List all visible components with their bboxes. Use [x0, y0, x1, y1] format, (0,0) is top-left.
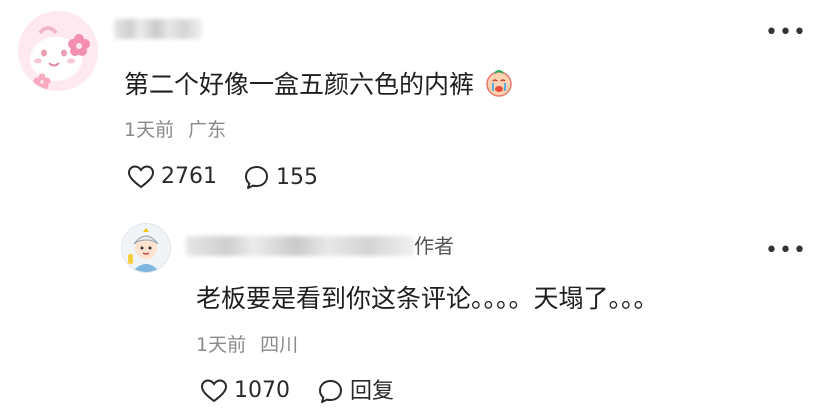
reply-username-blurred[interactable] [186, 236, 414, 256]
reply-count: 155 [276, 164, 318, 190]
comment-location: 广东 [188, 119, 227, 141]
comment-time: 1天前 [124, 119, 175, 141]
comment-text: 第二个好像一盒五颜六色的内裤 [124, 70, 475, 99]
reply-content: 老板要是看到你这条评论。。。。天塌了。。。 [196, 284, 659, 313]
comment-content: 第二个好像一盒五颜六色的内裤 [124, 68, 514, 98]
reply-count-button[interactable]: 155 [243, 164, 318, 191]
reply-avatar[interactable] [121, 223, 171, 273]
comment-bubble-icon [319, 380, 342, 403]
reply-location: 四川 [260, 334, 299, 356]
reply-meta: 1天前 四川 [196, 336, 298, 355]
like-count: 2761 [161, 164, 217, 189]
reply-button[interactable]: 回复 [317, 378, 394, 405]
crying-face-emoji-icon [486, 70, 512, 97]
grandma-avatar-image [122, 224, 170, 272]
comment-meta: 1天前 广东 [124, 121, 226, 140]
more-options-button[interactable]: ••• [765, 22, 807, 44]
author-badge: 作者 [414, 234, 454, 258]
comment-bubble-icon [245, 166, 268, 189]
username-blurred[interactable] [114, 19, 202, 39]
like-button[interactable]: 2761 [127, 164, 217, 190]
reply-more-options-button[interactable]: ••• [765, 240, 807, 262]
reply-like-count: 1070 [234, 378, 290, 403]
more-horizontal-icon: ••• [765, 20, 807, 45]
heart-icon [200, 379, 228, 403]
heart-icon [127, 165, 155, 189]
avatar[interactable] [18, 11, 98, 91]
reply-time: 1天前 [196, 334, 247, 356]
more-horizontal-icon: ••• [765, 238, 807, 263]
pink-mascot-avatar-image [18, 11, 98, 91]
reply-label: 回复 [350, 378, 395, 404]
reply-like-button[interactable]: 1070 [200, 378, 290, 404]
